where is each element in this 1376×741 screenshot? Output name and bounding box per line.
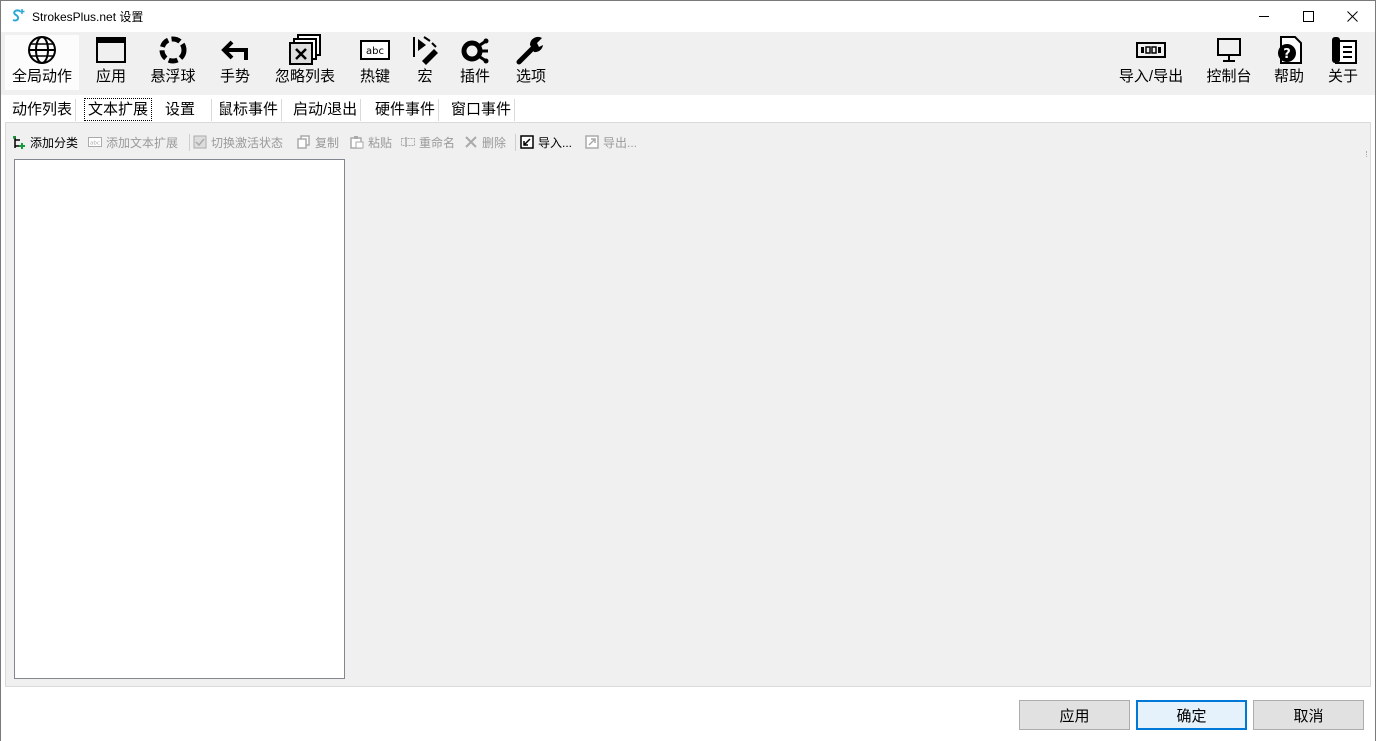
toolbar-about[interactable]: 关于 <box>1323 35 1363 90</box>
tab-text-expansion[interactable]: 文本扩展 <box>84 98 153 121</box>
import-button[interactable]: 导入... <box>520 131 572 153</box>
monitor-icon <box>1212 35 1246 65</box>
toggle-active-button[interactable]: 切换激活状态 <box>193 131 283 153</box>
macro-icon <box>408 35 442 65</box>
toolbar-options[interactable]: 选项 <box>511 35 551 90</box>
wrench-icon <box>514 35 548 65</box>
toolbar-floating-ball[interactable]: 悬浮球 <box>145 35 201 90</box>
minimize-button[interactable] <box>1241 1 1287 31</box>
toolbar-macros[interactable]: 宏 <box>409 35 441 90</box>
sub-tab-bar: 动作列表 文本扩展 设置 鼠标事件 启动/退出 硬件事件 窗口事件 <box>5 98 1371 121</box>
cancel-button[interactable]: 取消 <box>1253 700 1364 730</box>
dialog-footer: 应用 确定 取消 <box>1 688 1375 741</box>
toolbar-gestures[interactable]: 手势 <box>215 35 255 90</box>
text-expansion-tree[interactable] <box>14 159 345 679</box>
import-icon <box>520 135 534 149</box>
toolbar-apps[interactable]: 应用 <box>89 35 133 90</box>
tab-startup-exit[interactable]: 启动/退出 <box>290 99 362 121</box>
floating-ball-icon <box>156 35 190 65</box>
close-button[interactable] <box>1329 1 1375 31</box>
gesture-arrow-icon <box>218 35 252 65</box>
toolbar-global-actions[interactable]: 全局动作 <box>5 35 79 90</box>
title-bar: StrokesPlus.net 设置 <box>1 1 1375 31</box>
svg-text:?: ? <box>1283 47 1291 62</box>
hotkey-abc-icon: abc <box>358 35 392 65</box>
toolbar-plugins[interactable]: 插件 <box>455 35 495 90</box>
toolbar-separator <box>189 134 190 151</box>
abc-icon: abc <box>88 135 102 149</box>
window-title: StrokesPlus.net 设置 <box>32 10 144 24</box>
add-category-button[interactable]: 添加分类 <box>12 131 78 153</box>
about-icon <box>1326 35 1360 65</box>
app-window-icon <box>94 35 128 65</box>
import-export-icon <box>1134 35 1168 65</box>
ignore-list-icon <box>288 34 322 65</box>
strokesplus-app-icon <box>10 8 26 24</box>
toolbar-grip <box>1366 151 1368 157</box>
toolbar-import-export[interactable]: 导入/导出 <box>1113 35 1189 90</box>
settings-window: StrokesPlus.net 设置 全局动作 应用 悬浮球 手势 忽略列表 a… <box>0 0 1376 741</box>
add-text-expansion-button[interactable]: abc 添加文本扩展 <box>88 131 178 153</box>
rename-icon <box>401 135 415 149</box>
maximize-button[interactable] <box>1285 1 1331 31</box>
toggle-icon <box>193 135 207 149</box>
copy-button[interactable]: 复制 <box>297 131 339 153</box>
paste-button[interactable]: 粘贴 <box>350 131 392 153</box>
tab-action-list[interactable]: 动作列表 <box>9 99 77 121</box>
paste-icon <box>350 135 364 149</box>
tab-settings[interactable]: 设置 <box>162 99 212 121</box>
toolbar-separator <box>515 134 516 151</box>
toolbar-hotkeys[interactable]: abc 热键 <box>355 35 395 90</box>
globe-icon <box>25 35 59 65</box>
delete-button[interactable]: 删除 <box>464 131 506 153</box>
text-expansion-panel: 添加分类 abc 添加文本扩展 切换激活状态 复制 粘贴 重命名 删除 导入..… <box>5 122 1371 687</box>
copy-icon <box>297 135 311 149</box>
svg-text:abc: abc <box>366 46 384 57</box>
tab-hardware-events[interactable]: 硬件事件 <box>372 99 440 121</box>
toolbar-ignore-list[interactable]: 忽略列表 <box>269 34 341 90</box>
ok-button[interactable]: 确定 <box>1136 700 1247 730</box>
tab-mouse-events[interactable]: 鼠标事件 <box>215 99 283 121</box>
delete-icon <box>464 135 478 149</box>
add-category-icon <box>12 135 26 149</box>
text-expansion-toolbar: 添加分类 abc 添加文本扩展 切换激活状态 复制 粘贴 重命名 删除 导入..… <box>10 131 1368 153</box>
toolbar-console[interactable]: 控制台 <box>1201 35 1257 90</box>
export-icon <box>585 135 599 149</box>
help-icon: ? <box>1272 35 1306 65</box>
rename-button[interactable]: 重命名 <box>401 131 455 153</box>
svg-text:abc: abc <box>90 141 100 147</box>
export-button[interactable]: 导出... <box>585 131 637 153</box>
toolbar-help[interactable]: ? 帮助 <box>1269 35 1309 90</box>
tab-window-events[interactable]: 窗口事件 <box>448 99 516 121</box>
main-toolbar: 全局动作 应用 悬浮球 手势 忽略列表 abc 热键 宏 插件 选项 导入/导出… <box>1 32 1375 95</box>
apply-button[interactable]: 应用 <box>1019 700 1130 730</box>
plugin-icon <box>458 35 492 65</box>
